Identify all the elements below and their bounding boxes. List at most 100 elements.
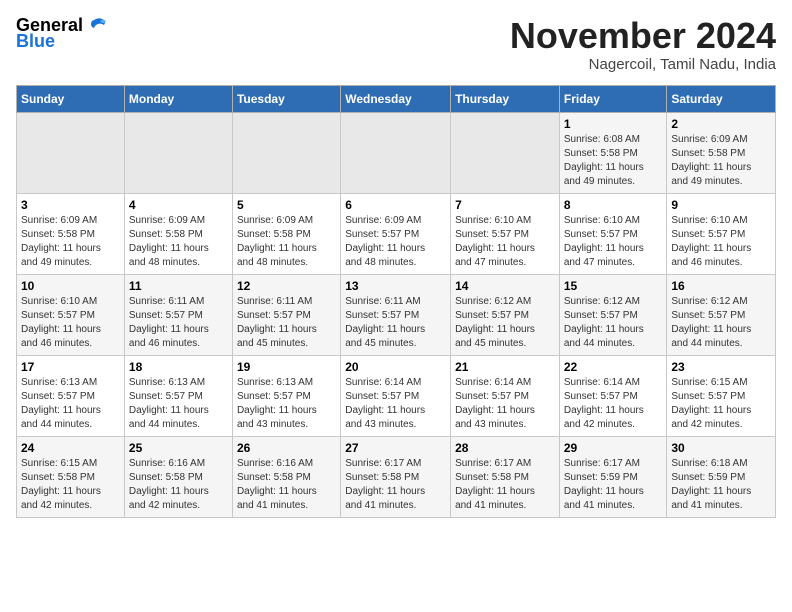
day-info: Sunrise: 6:13 AM Sunset: 5:57 PM Dayligh… xyxy=(129,376,228,432)
calendar-cell: 22Sunrise: 6:14 AM Sunset: 5:57 PM Dayli… xyxy=(559,355,667,436)
calendar-cell: 19 Sunrise: 6:13 AM Sunset: 5:57 PM Dayli… xyxy=(232,355,340,436)
day-number: 29 xyxy=(564,441,663,455)
day-info: Sunrise: 6:08 AM Sunset: 5:58 PM Dayligh… xyxy=(564,133,663,189)
month-title: November 2024 xyxy=(510,16,776,56)
day-number: 6 xyxy=(345,198,446,212)
calendar-cell: 12 Sunrise: 6:11 AM Sunset: 5:57 PM Dayli… xyxy=(232,274,340,355)
day-number: 11 xyxy=(129,279,228,293)
day-number: 25 xyxy=(129,441,228,455)
day-info: Sunrise: 6:14 AM Sunset: 5:57 PM Dayligh… xyxy=(455,376,555,432)
day-info: Sunrise: 6:09 AM Sunset: 5:58 PM Dayligh… xyxy=(21,214,120,270)
day-info: Sunrise: 6:13 AM Sunset: 5:57 PM Dayligh… xyxy=(237,376,336,432)
day-number: 30 xyxy=(671,441,771,455)
calendar-cell: 3 Sunrise: 6:09 AM Sunset: 5:58 PM Daylig… xyxy=(17,193,125,274)
day-info: Sunrise: 6:17 AM Sunset: 5:58 PM Dayligh… xyxy=(345,457,446,513)
day-number: 4 xyxy=(129,198,228,212)
day-info: Sunrise: 6:10 AM Sunset: 5:57 PM Dayligh… xyxy=(671,214,771,270)
day-info: Sunrise: 6:16 AM Sunset: 5:58 PM Dayligh… xyxy=(129,457,228,513)
calendar-cell: 27 Sunrise: 6:17 AM Sunset: 5:58 PM Dayli… xyxy=(341,436,451,517)
calendar-cell: 11 Sunrise: 6:11 AM Sunset: 5:57 PM Dayli… xyxy=(124,274,232,355)
day-info: Sunrise: 6:10 AM Sunset: 5:57 PM Dayligh… xyxy=(21,295,120,351)
day-info: Sunrise: 6:11 AM Sunset: 5:57 PM Dayligh… xyxy=(129,295,228,351)
calendar-cell: 24Sunrise: 6:15 AM Sunset: 5:58 PM Dayli… xyxy=(17,436,125,517)
day-number: 15 xyxy=(564,279,663,293)
day-number: 28 xyxy=(455,441,555,455)
calendar-table: SundayMondayTuesdayWednesdayThursdayFrid… xyxy=(16,85,776,518)
calendar-week-row: 10 Sunrise: 6:10 AM Sunset: 5:57 PM Dayli… xyxy=(17,274,776,355)
calendar-cell: 8Sunrise: 6:10 AM Sunset: 5:57 PM Daylig… xyxy=(559,193,667,274)
calendar-cell: 21 Sunrise: 6:14 AM Sunset: 5:57 PM Dayli… xyxy=(451,355,560,436)
calendar-cell: 17 Sunrise: 6:13 AM Sunset: 5:57 PM Dayli… xyxy=(17,355,125,436)
day-info: Sunrise: 6:13 AM Sunset: 5:57 PM Dayligh… xyxy=(21,376,120,432)
column-header-friday: Friday xyxy=(559,85,667,112)
column-header-thursday: Thursday xyxy=(451,85,560,112)
day-info: Sunrise: 6:12 AM Sunset: 5:57 PM Dayligh… xyxy=(564,295,663,351)
calendar-week-row: 24Sunrise: 6:15 AM Sunset: 5:58 PM Dayli… xyxy=(17,436,776,517)
calendar-cell: 29 Sunrise: 6:17 AM Sunset: 5:59 PM Dayli… xyxy=(559,436,667,517)
calendar-cell: 15 Sunrise: 6:12 AM Sunset: 5:57 PM Dayli… xyxy=(559,274,667,355)
column-header-tuesday: Tuesday xyxy=(232,85,340,112)
column-header-saturday: Saturday xyxy=(667,85,776,112)
day-info: Sunrise: 6:09 AM Sunset: 5:58 PM Dayligh… xyxy=(671,133,771,189)
day-number: 1 xyxy=(564,117,663,131)
day-number: 24 xyxy=(21,441,120,455)
calendar-cell xyxy=(451,112,560,193)
calendar-cell xyxy=(17,112,125,193)
calendar-cell: 30Sunrise: 6:18 AM Sunset: 5:59 PM Dayli… xyxy=(667,436,776,517)
day-number: 26 xyxy=(237,441,336,455)
calendar-cell: 7 Sunrise: 6:10 AM Sunset: 5:57 PM Daylig… xyxy=(451,193,560,274)
day-number: 22 xyxy=(564,360,663,374)
day-number: 21 xyxy=(455,360,555,374)
day-number: 5 xyxy=(237,198,336,212)
calendar-week-row: 3 Sunrise: 6:09 AM Sunset: 5:58 PM Daylig… xyxy=(17,193,776,274)
day-info: Sunrise: 6:11 AM Sunset: 5:57 PM Dayligh… xyxy=(345,295,446,351)
calendar-cell: 1 Sunrise: 6:08 AM Sunset: 5:58 PM Daylig… xyxy=(559,112,667,193)
day-number: 3 xyxy=(21,198,120,212)
day-number: 10 xyxy=(21,279,120,293)
day-number: 19 xyxy=(237,360,336,374)
day-info: Sunrise: 6:12 AM Sunset: 5:57 PM Dayligh… xyxy=(671,295,771,351)
day-number: 18 xyxy=(129,360,228,374)
calendar-week-row: 17 Sunrise: 6:13 AM Sunset: 5:57 PM Dayli… xyxy=(17,355,776,436)
day-number: 17 xyxy=(21,360,120,374)
column-header-wednesday: Wednesday xyxy=(341,85,451,112)
calendar-cell: 20 Sunrise: 6:14 AM Sunset: 5:57 PM Dayli… xyxy=(341,355,451,436)
calendar-cell: 13 Sunrise: 6:11 AM Sunset: 5:57 PM Dayli… xyxy=(341,274,451,355)
calendar-cell: 2 Sunrise: 6:09 AM Sunset: 5:58 PM Daylig… xyxy=(667,112,776,193)
day-number: 27 xyxy=(345,441,446,455)
calendar-cell: 6 Sunrise: 6:09 AM Sunset: 5:57 PM Daylig… xyxy=(341,193,451,274)
day-info: Sunrise: 6:09 AM Sunset: 5:57 PM Dayligh… xyxy=(345,214,446,270)
calendar-header-row: SundayMondayTuesdayWednesdayThursdayFrid… xyxy=(17,85,776,112)
calendar-cell: 25 Sunrise: 6:16 AM Sunset: 5:58 PM Dayli… xyxy=(124,436,232,517)
calendar-week-row: 1 Sunrise: 6:08 AM Sunset: 5:58 PM Daylig… xyxy=(17,112,776,193)
calendar-cell: 14 Sunrise: 6:12 AM Sunset: 5:57 PM Dayli… xyxy=(451,274,560,355)
column-header-sunday: Sunday xyxy=(17,85,125,112)
day-info: Sunrise: 6:11 AM Sunset: 5:57 PM Dayligh… xyxy=(237,295,336,351)
calendar-cell: 28Sunrise: 6:17 AM Sunset: 5:58 PM Dayli… xyxy=(451,436,560,517)
day-info: Sunrise: 6:10 AM Sunset: 5:57 PM Dayligh… xyxy=(455,214,555,270)
day-info: Sunrise: 6:15 AM Sunset: 5:57 PM Dayligh… xyxy=(671,376,771,432)
day-number: 9 xyxy=(671,198,771,212)
logo-text-blue: Blue xyxy=(16,32,55,52)
calendar-cell: 26 Sunrise: 6:16 AM Sunset: 5:58 PM Dayli… xyxy=(232,436,340,517)
day-number: 12 xyxy=(237,279,336,293)
logo: General Blue xyxy=(16,16,108,52)
day-number: 20 xyxy=(345,360,446,374)
day-info: Sunrise: 6:14 AM Sunset: 5:57 PM Dayligh… xyxy=(345,376,446,432)
day-info: Sunrise: 6:09 AM Sunset: 5:58 PM Dayligh… xyxy=(237,214,336,270)
day-info: Sunrise: 6:12 AM Sunset: 5:57 PM Dayligh… xyxy=(455,295,555,351)
day-number: 14 xyxy=(455,279,555,293)
calendar-cell: 10 Sunrise: 6:10 AM Sunset: 5:57 PM Dayli… xyxy=(17,274,125,355)
calendar-cell: 9 Sunrise: 6:10 AM Sunset: 5:57 PM Daylig… xyxy=(667,193,776,274)
calendar-cell: 4Sunrise: 6:09 AM Sunset: 5:58 PM Daylig… xyxy=(124,193,232,274)
day-info: Sunrise: 6:10 AM Sunset: 5:57 PM Dayligh… xyxy=(564,214,663,270)
day-number: 13 xyxy=(345,279,446,293)
day-number: 7 xyxy=(455,198,555,212)
page-header: General Blue November 2024 Nagercoil, Ta… xyxy=(16,16,776,73)
calendar-cell: 5 Sunrise: 6:09 AM Sunset: 5:58 PM Daylig… xyxy=(232,193,340,274)
location-subtitle: Nagercoil, Tamil Nadu, India xyxy=(510,56,776,73)
day-info: Sunrise: 6:17 AM Sunset: 5:59 PM Dayligh… xyxy=(564,457,663,513)
day-info: Sunrise: 6:16 AM Sunset: 5:58 PM Dayligh… xyxy=(237,457,336,513)
day-number: 2 xyxy=(671,117,771,131)
calendar-cell xyxy=(341,112,451,193)
